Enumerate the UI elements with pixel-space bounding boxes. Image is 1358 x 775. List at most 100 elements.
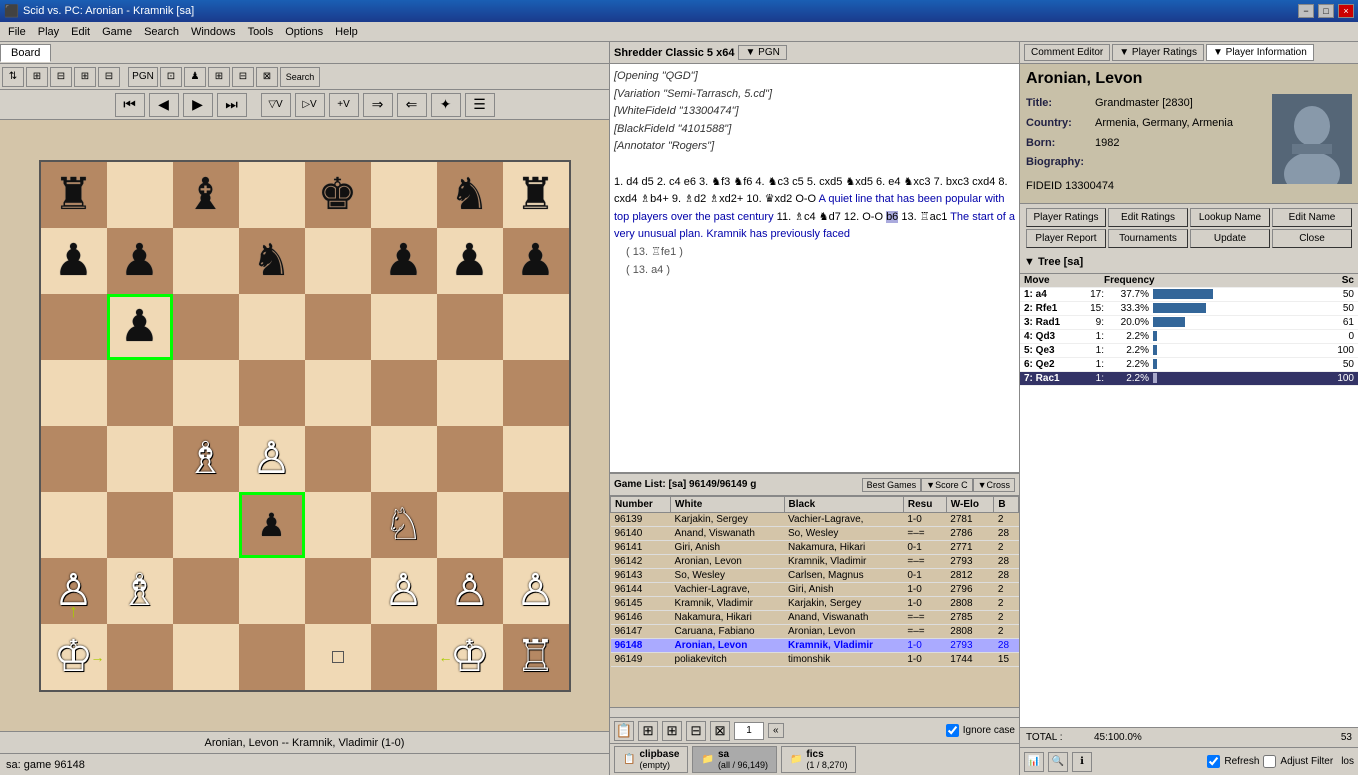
table-row[interactable]: 96148 Aronian, Levon Kramnik, Vladimir 1… (611, 639, 1019, 653)
tree-move-row[interactable]: 3: Rad1 9: 20.0% 61 (1020, 316, 1358, 330)
square-h3[interactable] (503, 492, 569, 558)
square-h4[interactable] (503, 426, 569, 492)
icon-btn-5[interactable]: ⊠ (710, 721, 730, 741)
tab-player-info[interactable]: ▼ Player Information (1206, 44, 1314, 61)
square-a6[interactable] (41, 294, 107, 360)
score-c-btn[interactable]: ▼Score C (921, 478, 972, 492)
start-btn[interactable]: ⊞ (26, 67, 48, 87)
square-g7[interactable]: ♟ (437, 228, 503, 294)
db-sa[interactable]: 📁 sa (all / 96,149) (692, 746, 776, 773)
square-g6[interactable] (437, 294, 503, 360)
pgn-btn[interactable]: PGN (128, 67, 158, 87)
col-black[interactable]: Black (784, 497, 903, 513)
tree-btn-2[interactable]: 🔍 (1048, 752, 1068, 772)
tab-board[interactable]: Board (0, 44, 51, 62)
menu-search[interactable]: Search (138, 24, 185, 40)
nav-btn2[interactable]: ⇐ (397, 93, 427, 117)
square-g5[interactable] (437, 360, 503, 426)
square-c1[interactable] (173, 624, 239, 690)
restore-btn[interactable]: □ (1318, 4, 1334, 18)
square-f2[interactable]: ♙ (371, 558, 437, 624)
go-back-btn[interactable]: ◀ (149, 93, 179, 117)
col-welo[interactable]: W-Elo (946, 497, 994, 513)
table-row[interactable]: 96146 Nakamura, Hikari Anand, Viswanath … (611, 611, 1019, 625)
square-a2[interactable]: ♙ ↑ (41, 558, 107, 624)
gamelist-hscroll[interactable] (610, 707, 1019, 717)
search-btn[interactable]: Search (280, 67, 320, 87)
var-back-btn[interactable]: ▽V (261, 93, 291, 117)
square-f7[interactable]: ♟ (371, 228, 437, 294)
tree-move-row[interactable]: 7: Rac1 1: 2.2% 100 (1020, 372, 1358, 386)
var-fwd-btn[interactable]: ▷V (295, 93, 325, 117)
square-b8[interactable] (107, 162, 173, 228)
menu-edit[interactable]: Edit (65, 24, 96, 40)
square-b7[interactable]: ♟ (107, 228, 173, 294)
player-report-btn[interactable]: Player Report (1026, 229, 1106, 248)
square-e7[interactable] (305, 228, 371, 294)
square-f1[interactable] (371, 624, 437, 690)
minimize-btn[interactable]: − (1298, 4, 1314, 18)
square-f8[interactable] (371, 162, 437, 228)
toolbar-btn2[interactable]: ⊟ (50, 67, 72, 87)
table-row[interactable]: 96143 So, Wesley Carlsen, Magnus 0-1 281… (611, 569, 1019, 583)
square-b5[interactable] (107, 360, 173, 426)
square-h5[interactable] (503, 360, 569, 426)
tab-player-ratings[interactable]: ▼ Player Ratings (1112, 44, 1204, 61)
refresh-checkbox[interactable] (1207, 755, 1220, 768)
table-row[interactable]: 96142 Aronian, Levon Kramnik, Vladimir =… (611, 555, 1019, 569)
toolbar-btn6[interactable]: ⊡ (160, 67, 182, 87)
toolbar-btn10[interactable]: ⊠ (256, 67, 278, 87)
db-clipbase[interactable]: 📋 clipbase (empty) (614, 746, 688, 773)
menu-play[interactable]: Play (32, 24, 65, 40)
col-belo[interactable]: B (994, 497, 1019, 513)
square-c4[interactable]: ♗ (173, 426, 239, 492)
square-f3[interactable]: ♘ (371, 492, 437, 558)
square-e2[interactable] (305, 558, 371, 624)
cross-btn[interactable]: ▼Cross (973, 478, 1015, 492)
nav-btn1[interactable]: ⇒ (363, 93, 393, 117)
nav-btn4[interactable]: ☰ (465, 93, 495, 117)
square-a4[interactable] (41, 426, 107, 492)
square-c2[interactable] (173, 558, 239, 624)
go-end-btn[interactable]: ⏭ (217, 93, 247, 117)
square-d2[interactable] (239, 558, 305, 624)
square-b1[interactable] (107, 624, 173, 690)
tab-comment-editor[interactable]: Comment Editor (1024, 44, 1110, 61)
square-c5[interactable] (173, 360, 239, 426)
db-fics[interactable]: 📁 fics (1 / 8,270) (781, 746, 856, 773)
square-h8[interactable]: ♜ (503, 162, 569, 228)
square-b4[interactable] (107, 426, 173, 492)
table-row[interactable]: 96147 Caruana, Fabiano Aronian, Levon =–… (611, 625, 1019, 639)
icon-btn-1[interactable]: 📋 (614, 721, 634, 741)
toolbar-btn8[interactable]: ⊞ (208, 67, 230, 87)
chess-board[interactable]: ♜ ♝ ♚ ♞ ♜ ♟ ♟ ♞ ♟ (39, 160, 571, 692)
tree-move-row[interactable]: 5: Qe3 1: 2.2% 100 (1020, 344, 1358, 358)
square-h7[interactable]: ♟ (503, 228, 569, 294)
toolbar-btn3[interactable]: ⊞ (74, 67, 96, 87)
icon-btn-2[interactable]: ⊞ (638, 721, 658, 741)
square-g8[interactable]: ♞ (437, 162, 503, 228)
go-fwd-btn[interactable]: ▶ (183, 93, 213, 117)
tree-btn-1[interactable]: 📊 (1024, 752, 1044, 772)
tree-move-row[interactable]: 4: Qd3 1: 2.2% 0 (1020, 330, 1358, 344)
square-e8[interactable]: ♚ (305, 162, 371, 228)
toolbar-btn9[interactable]: ⊟ (232, 67, 254, 87)
icon-btn-4[interactable]: ⊟ (686, 721, 706, 741)
square-f5[interactable] (371, 360, 437, 426)
update-btn[interactable]: Update (1190, 229, 1270, 248)
square-c7[interactable] (173, 228, 239, 294)
page-nav-btn[interactable]: « (768, 723, 784, 738)
square-d7[interactable]: ♞ (239, 228, 305, 294)
square-d4[interactable]: ♙ (239, 426, 305, 492)
square-a5[interactable] (41, 360, 107, 426)
square-e6[interactable] (305, 294, 371, 360)
square-a1[interactable]: ♔ → (41, 624, 107, 690)
square-a8[interactable]: ♜ (41, 162, 107, 228)
tree-move-row[interactable]: 2: Rfe1 15: 33.3% 50 (1020, 302, 1358, 316)
square-g2[interactable]: ♙ (437, 558, 503, 624)
tree-btn-3[interactable]: ℹ (1072, 752, 1092, 772)
table-row[interactable]: 96144 Vachier-Lagrave, Giri, Anish 1-0 2… (611, 583, 1019, 597)
table-row[interactable]: 96140 Anand, Viswanath So, Wesley =–= 27… (611, 527, 1019, 541)
square-b2[interactable]: ♗ (107, 558, 173, 624)
col-number[interactable]: Number (611, 497, 671, 513)
